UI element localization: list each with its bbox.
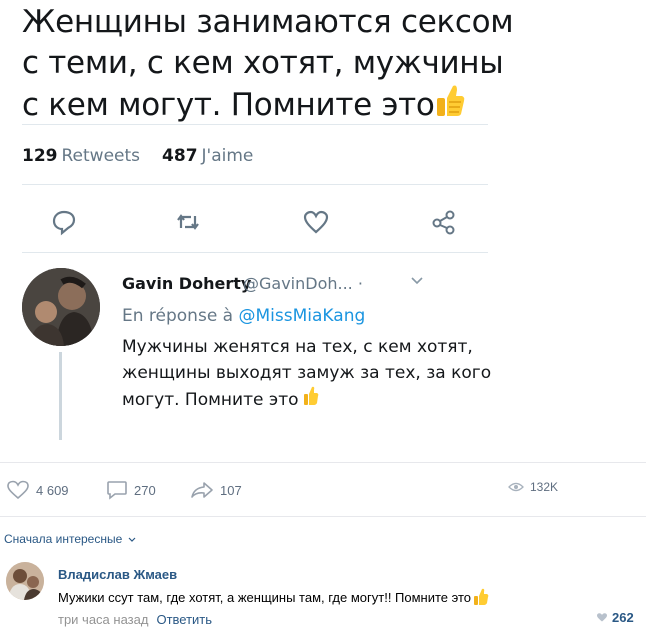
reply-line: Мужчины женятся на тех, с кем хотят, [122,337,473,357]
chevron-down-icon[interactable] [410,274,424,289]
divider [22,252,488,253]
views-count: 132K [508,480,558,494]
views-value: 132K [530,480,559,494]
thumbs-up-icon [303,386,319,414]
likes-count: 487 [162,146,198,166]
comment-author[interactable]: Владислав Жмаев [58,567,177,582]
tweet-line: с кем могут. Помните это [22,84,502,129]
reply-text: Мужчины женятся на тех, с кем хотят, жен… [122,334,522,414]
chevron-down-icon [128,537,136,542]
divider [22,184,488,185]
comment-button[interactable]: 270 [106,480,156,500]
likes-count: 4 609 [36,482,69,498]
thumbs-up-icon [472,588,490,609]
comment-icon [107,481,127,500]
comment-reply-link[interactable]: Ответить [156,612,212,627]
reply-prefix: En réponse à [122,306,234,326]
divider [22,124,488,125]
retweets-count: 129 [22,146,58,166]
reposts-count: 107 [220,482,242,498]
comment-meta: три часа назад Ответить [58,612,212,627]
reply-line: женщины выходят замуж за тех, за кого [122,363,492,383]
comments-count: 270 [134,482,156,498]
author-handle[interactable]: @GavinDoh... · [243,274,363,293]
comment-text: Мужики ссут там, где хотят, а женщины та… [58,588,490,609]
thread-line [59,352,62,440]
reply-context: En réponse à @MissMiaKang [122,306,365,326]
repost-icon [191,482,213,498]
likes-label[interactable]: J'aime [202,146,254,166]
sort-label: Сначала интересные [4,532,123,546]
comments-sort-dropdown[interactable]: Сначала интересные [4,532,136,546]
avatar[interactable] [6,562,44,600]
comment-time[interactable]: три часа назад [58,612,148,627]
reply-icon[interactable] [50,208,78,236]
retweets-label[interactable]: Retweets [62,146,141,166]
repost-button[interactable]: 107 [190,480,242,500]
like-button[interactable]: 4 609 [6,480,69,500]
tweet-stats: 129 Retweets 487 J'aime [22,146,253,166]
author-name[interactable]: Gavin Doherty [122,274,251,293]
heart-icon [597,613,607,622]
reply-line: могут. Помните это [122,386,522,414]
eye-icon [508,482,524,492]
comment-like-button[interactable]: 262 [596,610,634,625]
divider [0,462,646,463]
heart-icon[interactable] [302,208,330,236]
avatar[interactable] [22,268,100,346]
tweet-text: Женщины занимаются сексом с теми, с кем … [22,2,514,129]
heart-icon [7,480,29,500]
tweet-line: Женщины занимаются сексом [22,4,514,40]
comment-likes-count: 262 [612,610,634,625]
tweet-line: с теми, с кем хотят, мужчины [22,45,504,81]
divider [0,516,646,517]
thumbs-up-icon [435,84,465,129]
share-icon[interactable] [430,208,458,236]
retweet-icon[interactable] [174,208,202,236]
reply-mention-link[interactable]: @MissMiaKang [239,306,366,326]
